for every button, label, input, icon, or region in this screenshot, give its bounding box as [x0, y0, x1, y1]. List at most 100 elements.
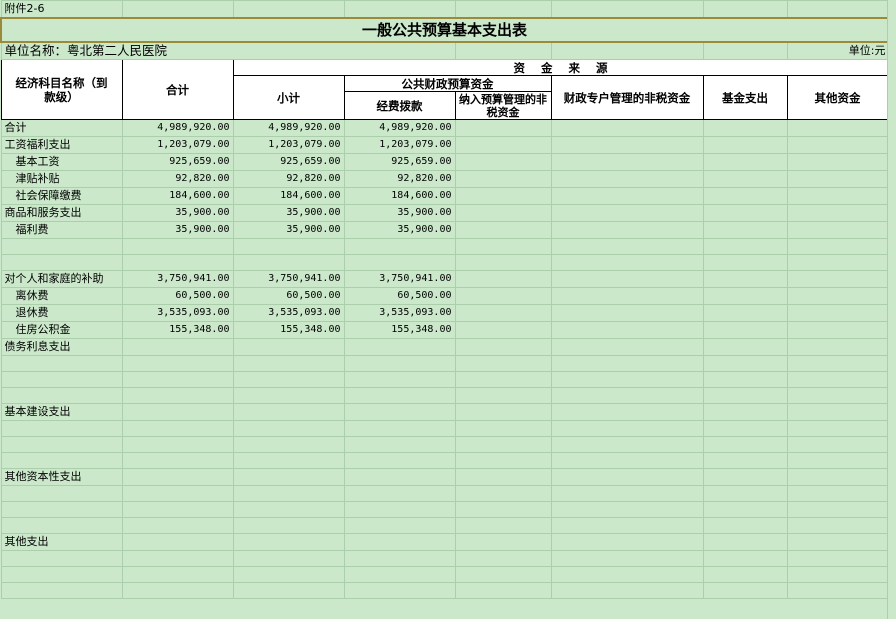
- unit-name[interactable]: 单位名称：粤北第二人民医院: [0, 41, 456, 60]
- row-subtotal[interactable]: [232, 452, 345, 469]
- row-budget-nontax[interactable]: [454, 287, 552, 305]
- row-subtotal[interactable]: 1,203,079.00: [232, 136, 345, 154]
- row-other-funds[interactable]: [786, 287, 889, 305]
- row-subtotal[interactable]: [232, 566, 345, 583]
- row-subtotal[interactable]: [232, 436, 345, 453]
- header-fund-expense[interactable]: 基金支出: [702, 75, 788, 120]
- header-public-budget[interactable]: 公共财政预算资金: [343, 75, 552, 92]
- row-other-funds[interactable]: [786, 468, 889, 486]
- row-fund-expense[interactable]: [702, 136, 788, 154]
- attachment-label[interactable]: 附件2-6: [0, 0, 123, 19]
- row-special-nontax[interactable]: [550, 304, 704, 322]
- row-appropriation[interactable]: [343, 501, 456, 518]
- row-special-nontax[interactable]: [550, 238, 704, 255]
- row-appropriation[interactable]: [343, 550, 456, 567]
- row-fund-expense[interactable]: [702, 270, 788, 288]
- row-subtotal[interactable]: [232, 550, 345, 567]
- row-other-funds[interactable]: [786, 170, 889, 188]
- header-subtotal[interactable]: 小计: [232, 75, 345, 120]
- row-other-funds[interactable]: [786, 550, 889, 567]
- row-total[interactable]: [121, 517, 234, 534]
- row-budget-nontax[interactable]: [454, 254, 552, 271]
- row-fund-expense[interactable]: [702, 355, 788, 372]
- row-total[interactable]: 155,348.00: [121, 321, 234, 339]
- row-subtotal[interactable]: 35,900.00: [232, 204, 345, 222]
- row-fund-expense[interactable]: [702, 550, 788, 567]
- row-other-funds[interactable]: [786, 566, 889, 583]
- row-category[interactable]: 商品和服务支出: [0, 204, 123, 222]
- row-budget-nontax[interactable]: [454, 170, 552, 188]
- header-category[interactable]: 经济科目名称（到款级）: [0, 59, 123, 120]
- header-budget-nontax[interactable]: 纳入预算管理的非税资金: [454, 91, 552, 120]
- row-special-nontax[interactable]: [550, 485, 704, 502]
- row-category[interactable]: 离休费: [0, 287, 123, 305]
- row-appropriation[interactable]: [343, 387, 456, 404]
- table-title[interactable]: 一般公共预算基本支出表: [0, 17, 889, 43]
- row-budget-nontax[interactable]: [454, 204, 552, 222]
- row-other-funds[interactable]: [786, 420, 889, 437]
- row-budget-nontax[interactable]: [454, 338, 552, 356]
- row-fund-expense[interactable]: [702, 338, 788, 356]
- row-budget-nontax[interactable]: [454, 119, 552, 137]
- row-other-funds[interactable]: [786, 321, 889, 339]
- row-appropriation[interactable]: 35,900.00: [343, 221, 456, 239]
- row-appropriation[interactable]: [343, 338, 456, 356]
- row-fund-expense[interactable]: [702, 321, 788, 339]
- row-special-nontax[interactable]: [550, 371, 704, 388]
- row-subtotal[interactable]: [232, 533, 345, 551]
- header-appropriation[interactable]: 经费拨款: [343, 91, 456, 120]
- row-other-funds[interactable]: [786, 119, 889, 137]
- row-appropriation[interactable]: [343, 485, 456, 502]
- row-total[interactable]: [121, 371, 234, 388]
- row-category[interactable]: [0, 420, 123, 437]
- row-other-funds[interactable]: [786, 221, 889, 239]
- row-special-nontax[interactable]: [550, 355, 704, 372]
- row-appropriation[interactable]: [343, 254, 456, 271]
- row-budget-nontax[interactable]: [454, 452, 552, 469]
- row-category[interactable]: 其他资本性支出: [0, 468, 123, 486]
- row-category[interactable]: 合计: [0, 119, 123, 137]
- row-budget-nontax[interactable]: [454, 270, 552, 288]
- row-budget-nontax[interactable]: [454, 136, 552, 154]
- row-other-funds[interactable]: [786, 582, 889, 599]
- row-subtotal[interactable]: [232, 485, 345, 502]
- row-appropriation[interactable]: 155,348.00: [343, 321, 456, 339]
- row-fund-expense[interactable]: [702, 436, 788, 453]
- row-special-nontax[interactable]: [550, 436, 704, 453]
- row-special-nontax[interactable]: [550, 119, 704, 137]
- row-special-nontax[interactable]: [550, 254, 704, 271]
- row-budget-nontax[interactable]: [454, 238, 552, 255]
- row-appropriation[interactable]: 925,659.00: [343, 153, 456, 171]
- row-budget-nontax[interactable]: [454, 468, 552, 486]
- row-category[interactable]: 对个人和家庭的补助: [0, 270, 123, 288]
- row-budget-nontax[interactable]: [454, 304, 552, 322]
- row-subtotal[interactable]: [232, 420, 345, 437]
- row-special-nontax[interactable]: [550, 187, 704, 205]
- row-other-funds[interactable]: [786, 355, 889, 372]
- row-special-nontax[interactable]: [550, 468, 704, 486]
- row-subtotal[interactable]: 35,900.00: [232, 221, 345, 239]
- row-total[interactable]: [121, 533, 234, 551]
- row-fund-expense[interactable]: [702, 304, 788, 322]
- row-total[interactable]: [121, 468, 234, 486]
- row-total[interactable]: [121, 254, 234, 271]
- row-fund-expense[interactable]: [702, 582, 788, 599]
- row-total[interactable]: [121, 403, 234, 421]
- row-category[interactable]: 津贴补贴: [0, 170, 123, 188]
- row-appropriation[interactable]: 3,535,093.00: [343, 304, 456, 322]
- row-other-funds[interactable]: [786, 533, 889, 551]
- row-fund-expense[interactable]: [702, 254, 788, 271]
- row-total[interactable]: [121, 485, 234, 502]
- row-appropriation[interactable]: 3,750,941.00: [343, 270, 456, 288]
- row-subtotal[interactable]: [232, 238, 345, 255]
- row-special-nontax[interactable]: [550, 501, 704, 518]
- row-budget-nontax[interactable]: [454, 550, 552, 567]
- row-fund-expense[interactable]: [702, 153, 788, 171]
- row-appropriation[interactable]: [343, 403, 456, 421]
- row-other-funds[interactable]: [786, 136, 889, 154]
- row-other-funds[interactable]: [786, 153, 889, 171]
- row-total[interactable]: [121, 452, 234, 469]
- row-total[interactable]: [121, 550, 234, 567]
- row-appropriation[interactable]: [343, 238, 456, 255]
- row-total[interactable]: 35,900.00: [121, 204, 234, 222]
